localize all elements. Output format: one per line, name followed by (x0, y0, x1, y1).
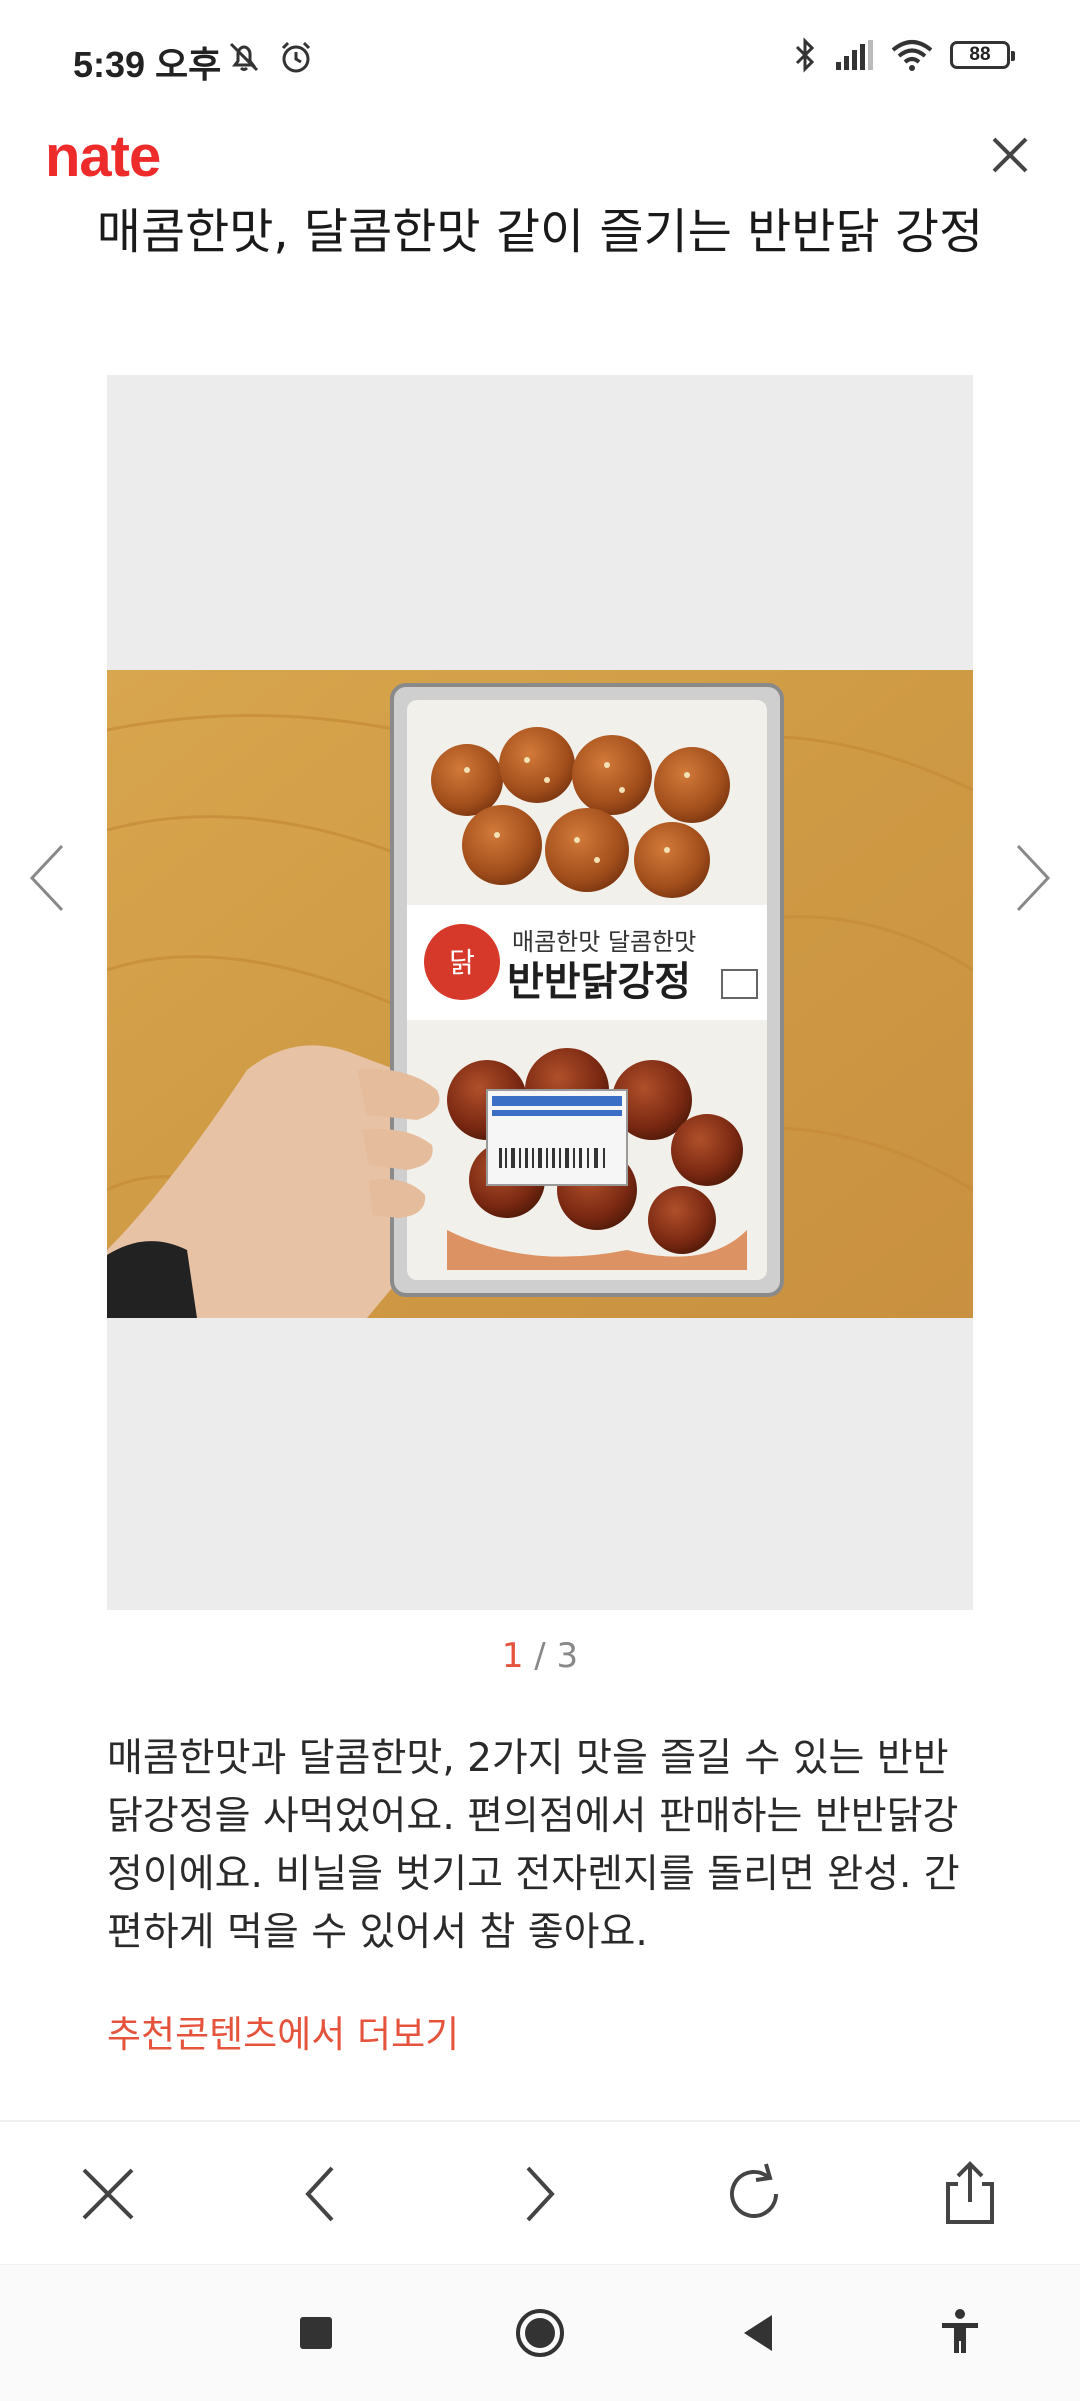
status-left-icons (225, 38, 315, 76)
article-body: 매콤한맛과 달콤한맛, 2가지 맛을 즐길 수 있는 반반닭강정을 사먹었어요.… (107, 1736, 960, 1955)
recommended-content-link[interactable]: 추천콘텐츠에서 더보기 (107, 2004, 459, 2058)
gallery-next-arrow-icon[interactable] (1008, 838, 1058, 918)
status-bar: 5:39 오후 88 (0, 0, 1080, 115)
status-right-icons: 88 (792, 36, 1015, 74)
close-icon[interactable] (72, 2158, 144, 2230)
alarm-icon (281, 41, 311, 73)
image-pager: 1 / 3 (0, 1636, 1080, 1676)
image-gallery[interactable]: 닭 매콤한맛 달콤한맛 반반닭강정 (107, 375, 973, 1610)
back-icon[interactable] (286, 2158, 358, 2230)
notifications-muted-icon (229, 42, 259, 72)
close-icon[interactable] (980, 125, 1040, 185)
recent-apps-icon[interactable] (286, 2303, 346, 2363)
bluetooth-icon (795, 37, 815, 73)
status-time: 5:39 오후 (73, 44, 222, 85)
nate-logo[interactable]: nate (45, 123, 161, 190)
article-title: 매콤한맛, 달콤한맛 같이 즐기는 반반닭 강정 (96, 204, 984, 260)
back-nav-icon[interactable] (730, 2303, 790, 2363)
header: nate (0, 115, 1080, 195)
gallery-prev-arrow-icon[interactable] (22, 838, 72, 918)
article-photo: 닭 매콤한맛 달콤한맛 반반닭강정 (107, 670, 973, 1318)
forward-icon[interactable] (502, 2158, 574, 2230)
svg-text:닭: 닭 (449, 946, 475, 979)
pager-total: 3 (556, 1636, 579, 1676)
share-icon[interactable] (934, 2158, 1006, 2230)
package-title: 반반닭강정 (507, 959, 691, 1005)
wifi-icon (891, 40, 933, 71)
browser-toolbar (0, 2122, 1080, 2264)
accessibility-icon[interactable] (930, 2303, 990, 2363)
system-nav-bar (0, 2264, 1080, 2401)
pager-separator: / (534, 1636, 557, 1676)
pager-current: 1 (501, 1636, 524, 1676)
refresh-icon[interactable] (718, 2158, 790, 2230)
home-icon[interactable] (510, 2303, 570, 2363)
battery-indicator: 88 (950, 41, 1015, 69)
package-subtitle: 매콤한맛 달콤한맛 (512, 928, 696, 956)
signal-icon (836, 40, 873, 70)
